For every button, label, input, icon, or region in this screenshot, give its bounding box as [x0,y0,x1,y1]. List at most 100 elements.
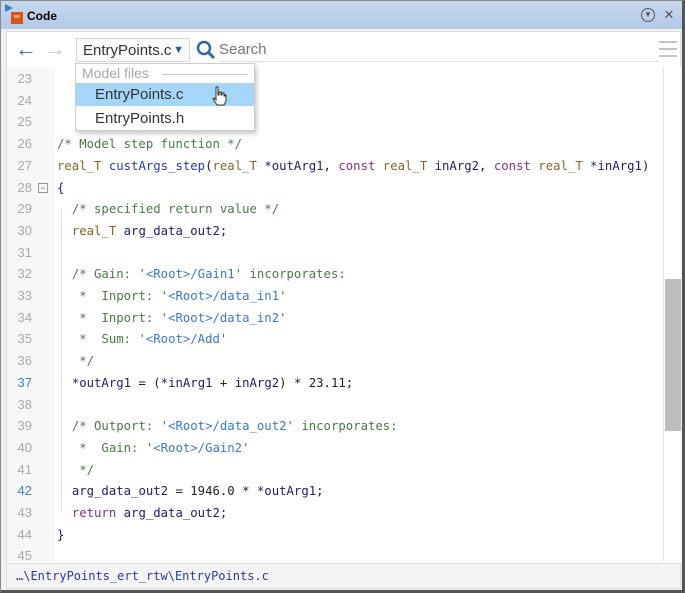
block-link[interactable]: <Root>/data_out2 [168,419,286,433]
code-token: ' [279,310,287,325]
code-token: real_T [538,158,583,173]
search-input[interactable] [219,38,659,62]
line-number: 39 [17,418,32,434]
block-link[interactable]: <Root>/Gain2 [153,441,242,455]
code-token: } [57,527,65,542]
code-token: * Inport: ' [71,310,169,325]
code-line: 34 * Inport: '<Root>/data_in2' [7,307,662,329]
code-line: 27 real_T custArgs_step(real_T *outArg1, … [7,155,662,177]
line-number: 44 [17,526,32,542]
code-token: custArgs_step [108,158,206,173]
code-line: 35 * Sum: '<Root>/Add' [7,328,662,350]
code-token: , [323,158,339,173]
block-link[interactable]: <Root>/data_in2 [168,311,279,325]
line-number: 31 [17,244,32,260]
code-text: { [57,177,64,199]
code-line: 42 arg_data_out2 = 1946.0 * *outArg1; [7,480,662,502]
code-view[interactable]: 23 24 25 26 /* Model step function */ 27 real_… [7,67,662,562]
code-token: = 1946.0 * [168,484,257,499]
dropdown-item-label: EntryPoints.h [95,110,185,127]
code-text: * Inport: '<Root>/data_in2' [57,307,287,329]
close-icon[interactable]: ✕ [662,8,676,22]
collapse-icon[interactable]: − [38,182,48,193]
code-token: real_T [382,158,428,173]
dropdown-item-entrypoints-c[interactable]: EntryPoints.c [76,83,254,106]
code-text: real_T custArgs_step(real_T *outArg1, co… [57,155,649,177]
code-line: 32 /* Gain: '<Root>/Gain1' incorporates: [7,263,662,285]
code-token: * Sum: ' [71,332,146,347]
code-text: * Gain: '<Root>/Gain2' [57,437,250,459]
code-text: /* Gain: '<Root>/Gain1' incorporates: [57,263,346,285]
dropdown-item-entrypoints-h[interactable]: EntryPoints.h [76,107,254,130]
code-token: ' incorporates: [286,419,398,434]
code-line: 28−{ [7,177,662,199]
code-token: /* Outport: ' [71,419,169,434]
code-line: 40 * Gain: '<Root>/Gain2' [7,437,662,459]
code-token: /* specified return value */ [71,202,280,217]
line-number: 26 [17,136,32,152]
code-token: real_T [57,158,102,173]
window-title: Code [27,9,57,23]
code-token: , [479,158,494,173]
code-text: */ [57,350,94,372]
forward-button[interactable]: → [44,38,66,60]
code-token: ) [641,158,650,173]
line-number: 28 [17,179,32,195]
code-token: const [338,158,376,173]
code-text: * Inport: '<Root>/data_in1' [57,285,287,307]
code-text: } [57,524,64,546]
code-token: */ [71,462,95,477]
block-link[interactable]: <Root>/data_in1 [168,289,279,303]
code-text: arg_data_out2 = 1946.0 * *outArg1; [57,480,324,502]
code-token: ; [219,223,228,238]
code-panel: ← → EntryPoints.c ▼ 23 24 25 26 /* Model ste… [6,31,681,589]
dropdown-item-label: EntryPoints.c [95,86,184,103]
code-token: * Inport: ' [71,289,169,303]
code-line: 33 * Inport: '<Root>/data_in1' [7,285,662,307]
code-line: 39 /* Outport: '<Root>/data_out2' incorp… [7,415,662,437]
code-line: 44} [7,524,662,546]
code-token: *outArg1 [264,158,324,173]
scrollbar-thumb[interactable] [665,279,681,431]
code-text: return arg_data_out2; [57,502,227,524]
code-token: ' [279,289,287,303]
code-line: 43 return arg_data_out2; [7,502,662,524]
code-token: *inArg1 [160,375,213,390]
code-text: /* Outport: '<Root>/data_out2' incorpora… [57,415,398,437]
vertical-scrollbar[interactable] [663,67,681,562]
file-dropdown: Model files EntryPoints.c EntryPoints.h [75,63,255,131]
code-token: *outArg1 [256,484,317,499]
block-link[interactable]: <Root>/Gain1 [146,267,235,281]
code-token: arg_data_out2 [123,223,220,238]
code-line: 41 */ [7,459,662,481]
file-selector[interactable]: EntryPoints.c ▼ [76,38,190,62]
line-number: 24 [17,92,32,108]
line-number: 33 [17,288,32,303]
hamburger-menu-icon[interactable] [659,41,677,62]
block-link[interactable]: <Root>/Add [146,332,220,346]
line-number: 27 [17,157,32,173]
back-button[interactable]: ← [15,38,37,60]
code-token: arg_data_out2 [123,506,220,520]
code-token: ) * 23.11; [279,375,354,390]
line-number: 41 [17,461,32,477]
simulink-code-icon [5,4,23,24]
code-token: ' [242,440,250,455]
code-line: 45 [7,545,662,562]
code-line: 31 [7,242,662,264]
code-window: Code ▼ ✕ ← → EntryPoints.c ▼ 23 24 25 26 /* … [0,0,685,593]
code-text: /* specified return value */ [57,198,279,220]
hand-cursor-icon [212,86,227,106]
circle-down-arrow-icon[interactable]: ▼ [641,8,655,22]
line-number: 36 [17,353,32,369]
